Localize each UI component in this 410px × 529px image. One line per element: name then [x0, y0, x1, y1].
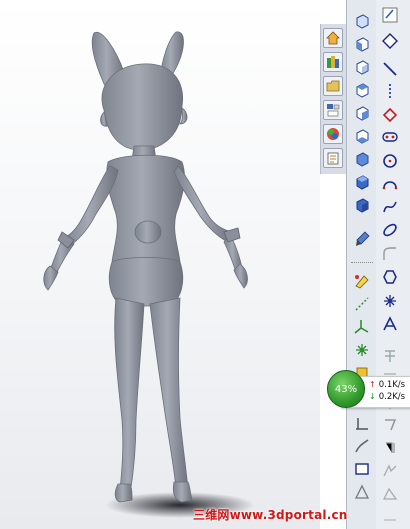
trimetric-view-icon[interactable] [351, 194, 373, 216]
rapid-sketch-icon[interactable] [379, 504, 401, 526]
torso [106, 154, 185, 270]
upload-rate: 0.1K/s [378, 380, 406, 390]
view-toolbar [346, 0, 378, 529]
trim-icon[interactable] [379, 414, 401, 436]
dimetric-view-icon[interactable] [351, 481, 373, 503]
head [101, 63, 184, 151]
graphics-area[interactable] [0, 0, 320, 529]
file-explorer-icon[interactable] [323, 76, 343, 96]
left-view-icon[interactable] [351, 79, 373, 101]
top-view-icon[interactable] [351, 125, 373, 147]
polygon-icon[interactable] [379, 243, 401, 265]
display-relations-icon[interactable] [379, 483, 401, 505]
bottom-view-icon[interactable] [351, 148, 373, 170]
appearance-brush-icon[interactable] [351, 228, 373, 250]
normal-to-icon[interactable] [351, 10, 373, 32]
left-foot [114, 483, 133, 503]
right-foot [172, 481, 193, 503]
right-view-icon[interactable] [351, 102, 373, 124]
point-icon[interactable] [379, 290, 401, 312]
isometric-view-icon[interactable] [351, 171, 373, 193]
network-usage-badge[interactable]: 43% [327, 370, 365, 408]
edit-appearance-icon[interactable] [351, 270, 373, 292]
split-line-icon[interactable] [351, 412, 373, 434]
view-palette-icon[interactable] [323, 100, 343, 120]
circle-icon[interactable] [379, 126, 401, 148]
front-view-icon[interactable] [351, 33, 373, 55]
slot-icon[interactable] [379, 104, 401, 126]
polygon-icon[interactable] [379, 266, 401, 288]
spline-icon[interactable] [379, 173, 401, 195]
view-flag-icon[interactable] [351, 458, 373, 480]
coordinate-system-icon[interactable] [351, 316, 373, 338]
tail [134, 220, 162, 244]
text-icon[interactable] [379, 313, 401, 335]
sketch-icon[interactable] [379, 4, 401, 26]
reference-line-icon[interactable] [351, 293, 373, 315]
extend-icon[interactable] [379, 437, 401, 459]
network-usage-percent: 43% [334, 383, 358, 395]
convert-icon[interactable] [379, 460, 401, 482]
left-arm [63, 165, 119, 247]
left-leg [114, 297, 145, 495]
right-hand [233, 263, 248, 289]
network-monitor-widget[interactable]: 43% ↑ 0.1K/s ↓ 0.2K/s [327, 370, 410, 410]
design-library-icon[interactable] [323, 52, 343, 72]
download-rate-row: ↓ 0.2K/s [369, 391, 405, 403]
arc-icon[interactable] [379, 150, 401, 172]
task-pane-tabs [320, 24, 347, 174]
curve-icon[interactable] [351, 435, 373, 457]
right-arm [173, 165, 233, 243]
character-model[interactable] [0, 0, 320, 529]
right-leg [149, 297, 189, 491]
appearances-icon[interactable] [323, 124, 343, 144]
home-icon[interactable] [323, 28, 343, 48]
back-view-icon[interactable] [351, 56, 373, 78]
upload-arrow-icon: ↑ [369, 380, 376, 389]
upload-rate-row: ↑ 0.1K/s [369, 379, 405, 391]
rectangle-icon[interactable] [379, 80, 401, 102]
construction-icon[interactable] [379, 345, 401, 367]
point-icon[interactable] [351, 339, 373, 361]
smart-dimension-icon[interactable] [379, 30, 401, 52]
watermark: 三维网www.3dportal.cn [193, 508, 348, 522]
sketch-toolbar [376, 0, 410, 529]
custom-properties-icon[interactable] [323, 148, 343, 168]
download-arrow-icon: ↓ [369, 392, 376, 401]
download-rate: 0.2K/s [378, 392, 406, 402]
fillet-icon[interactable] [379, 219, 401, 241]
line-icon[interactable] [379, 58, 401, 80]
ellipse-icon[interactable] [379, 196, 401, 218]
